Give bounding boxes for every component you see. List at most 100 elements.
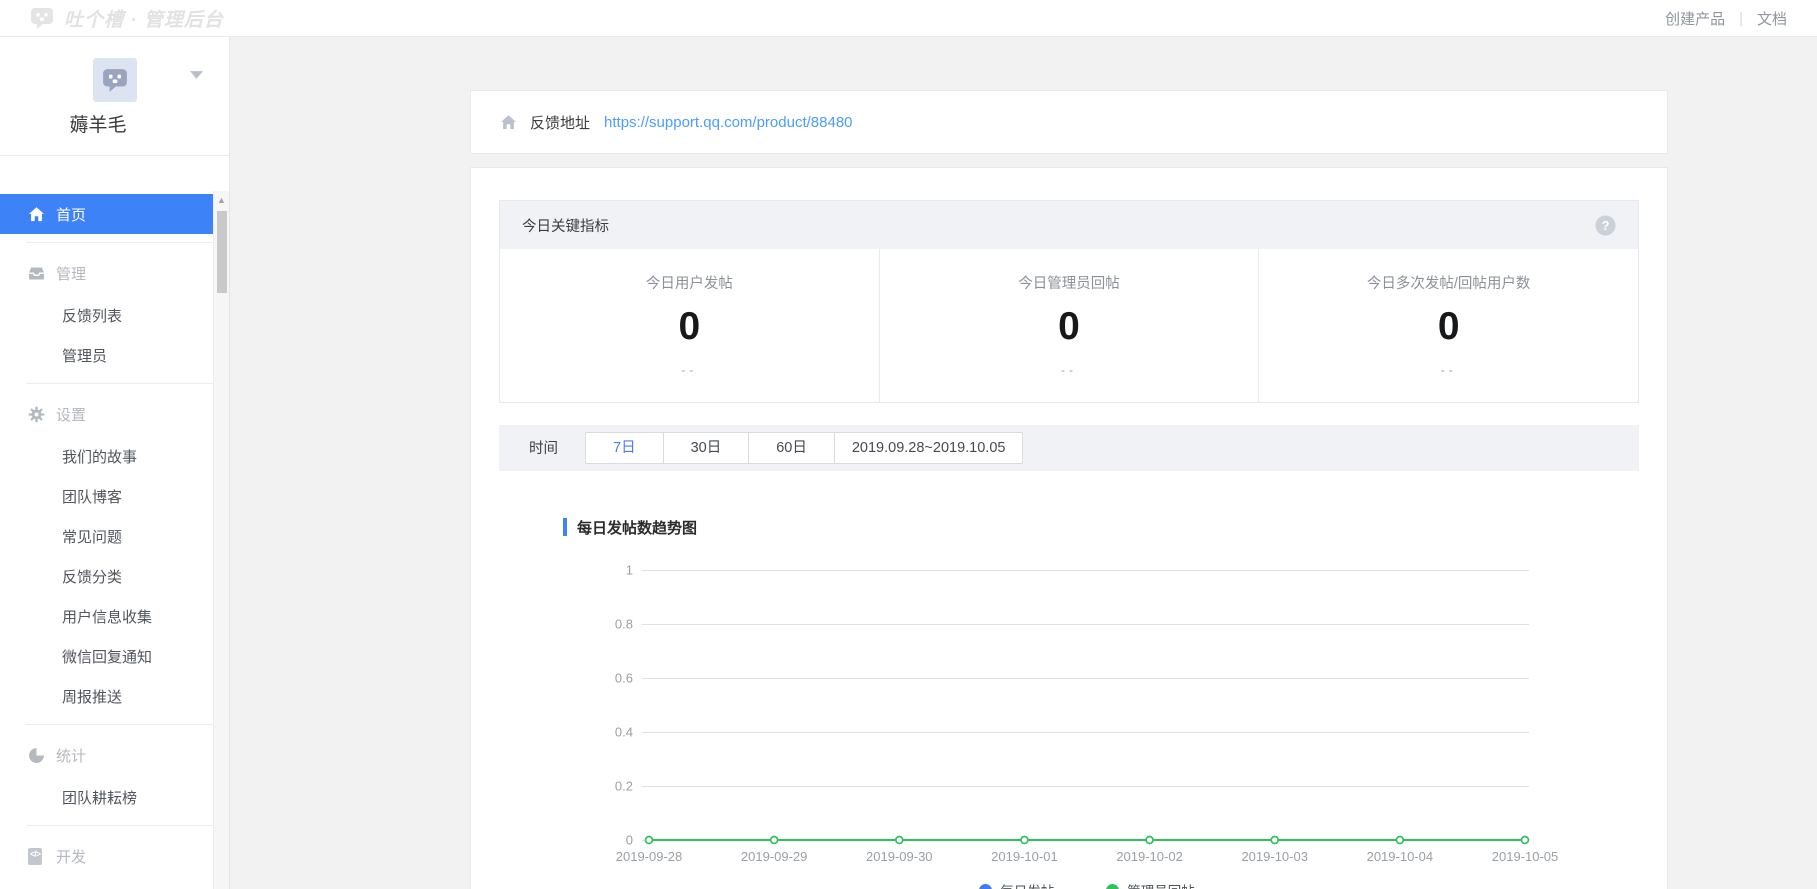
x-axis-tick-label: 2019-10-05 bbox=[1492, 849, 1559, 864]
app-title: 吐个槽 · 管理后台 bbox=[64, 5, 224, 32]
time-filter-group: 7日30日60日2019.09.28~2019.10.05 bbox=[585, 432, 1023, 464]
scrollbar-thumb[interactable] bbox=[217, 211, 227, 293]
chart-title-accent-bar bbox=[563, 518, 567, 536]
app-logo: 吐个槽 · 管理后台 bbox=[30, 5, 224, 32]
sidebar-section-label: 管理 bbox=[56, 263, 86, 284]
sidebar-divider bbox=[26, 825, 213, 826]
metric-card: 今日管理员回帖 0 -- bbox=[879, 249, 1259, 402]
dashboard-card: 今日关键指标 ? 今日用户发帖0--今日管理员回帖0--今日多次发帖/回帖用户数… bbox=[470, 167, 1668, 889]
topbar: 吐个槽 · 管理后台 创建产品 | 文档 bbox=[0, 0, 1817, 37]
code-icon: </> bbox=[28, 848, 45, 865]
sidebar-item[interactable]: 我们的故事 bbox=[0, 436, 213, 476]
metric-label: 今日管理员回帖 bbox=[880, 272, 1259, 293]
metric-card: 今日用户发帖 0 -- bbox=[500, 249, 879, 402]
speech-bubble-icon bbox=[102, 67, 128, 93]
create-product-link[interactable]: 创建产品 bbox=[1665, 8, 1725, 29]
metric-label: 今日多次发帖/回帖用户数 bbox=[1259, 272, 1638, 293]
x-axis-tick-label: 2019-10-04 bbox=[1367, 849, 1434, 864]
trend-chart: 00.20.40.60.812019-09-282019-09-292019-0… bbox=[649, 570, 1525, 840]
legend-label: 管理员回帖 bbox=[1127, 880, 1195, 889]
sidebar-item-label: 首页 bbox=[56, 204, 86, 225]
x-axis-tick-label: 2019-10-02 bbox=[1116, 849, 1183, 864]
product-avatar[interactable] bbox=[93, 58, 137, 102]
sidebar-item-home[interactable]: 首页 bbox=[0, 194, 213, 234]
gear-icon bbox=[28, 406, 45, 423]
x-axis-tick-label: 2019-09-30 bbox=[866, 849, 933, 864]
key-metrics-body: 今日用户发帖0--今日管理员回帖0--今日多次发帖/回帖用户数0-- bbox=[500, 249, 1638, 402]
metric-sub-value: -- bbox=[500, 363, 879, 377]
sidebar-item[interactable]: 反馈列表 bbox=[0, 295, 213, 335]
y-axis-tick-label: 0.8 bbox=[615, 617, 633, 632]
sidebar-section-label: 统计 bbox=[56, 745, 86, 766]
time-range-button[interactable]: 2019.09.28~2019.10.05 bbox=[834, 432, 1024, 464]
key-metrics-panel: 今日关键指标 ? 今日用户发帖0--今日管理员回帖0--今日多次发帖/回帖用户数… bbox=[499, 200, 1639, 403]
pie-chart-icon bbox=[28, 747, 45, 764]
sidebar-section-header[interactable]: </> 开发 bbox=[0, 834, 213, 878]
metric-label: 今日用户发帖 bbox=[500, 272, 879, 293]
product-switcher: 薅羊毛 bbox=[0, 37, 229, 156]
time-range-button[interactable]: 60日 bbox=[748, 432, 835, 464]
sidebar-item[interactable]: 常见问题 bbox=[0, 516, 213, 556]
time-filter-label: 时间 bbox=[529, 437, 558, 458]
sidebar-item[interactable]: 管理员 bbox=[0, 335, 213, 375]
sidebar: 薅羊毛 首页管理反馈列表管理员设置我们的故事团队博客常见问题反馈分类用户信息收集… bbox=[0, 37, 230, 889]
metric-value: 0 bbox=[880, 306, 1259, 349]
chart-legend: 每日发帖 管理员回帖 bbox=[649, 880, 1525, 889]
sidebar-item[interactable]: 团队博客 bbox=[0, 476, 213, 516]
feedback-address-label: 反馈地址 bbox=[530, 112, 590, 133]
x-axis-tick-label: 2019-09-28 bbox=[616, 849, 683, 864]
sidebar-section-header[interactable]: 设置 bbox=[0, 392, 213, 436]
sidebar-item[interactable]: 微信回复通知 bbox=[0, 636, 213, 676]
docs-link[interactable]: 文档 bbox=[1757, 8, 1787, 29]
sidebar-item[interactable]: 反馈分类 bbox=[0, 556, 213, 596]
y-axis-tick-label: 0.4 bbox=[615, 725, 633, 740]
time-filter-bar: 时间 7日30日60日2019.09.28~2019.10.05 bbox=[499, 425, 1639, 471]
sidebar-section-header[interactable]: 统计 bbox=[0, 733, 213, 777]
data-point-marker bbox=[646, 837, 653, 844]
metric-value: 0 bbox=[500, 306, 879, 349]
sidebar-divider bbox=[26, 242, 213, 243]
time-range-button[interactable]: 7日 bbox=[585, 432, 664, 464]
sidebar-item[interactable]: 团队耕耘榜 bbox=[0, 777, 213, 817]
metric-sub-value: -- bbox=[1259, 363, 1638, 377]
time-range-button[interactable]: 30日 bbox=[663, 432, 750, 464]
chart-title-row: 每日发帖数趋势图 bbox=[563, 517, 1667, 538]
x-axis-tick-label: 2019-09-29 bbox=[741, 849, 808, 864]
sidebar-section-label: 设置 bbox=[56, 404, 86, 425]
sidebar-section-header[interactable]: 管理 bbox=[0, 251, 213, 295]
y-axis-tick-label: 0.6 bbox=[615, 671, 633, 686]
data-point-marker bbox=[1396, 837, 1403, 844]
data-point-marker bbox=[771, 837, 778, 844]
y-axis-tick-label: 0.2 bbox=[615, 779, 633, 794]
scroll-up-arrow-icon[interactable]: ▲ bbox=[214, 195, 229, 205]
sidebar-section-label: 开发 bbox=[56, 846, 86, 867]
data-point-marker bbox=[1146, 837, 1153, 844]
svg-text:?: ? bbox=[1602, 218, 1610, 233]
chevron-down-icon[interactable] bbox=[190, 66, 203, 74]
data-point-marker bbox=[896, 837, 903, 844]
legend-item[interactable]: 每日发帖 bbox=[979, 880, 1054, 889]
metric-value: 0 bbox=[1259, 306, 1638, 349]
chart-title: 每日发帖数趋势图 bbox=[577, 517, 697, 538]
sidebar-item[interactable]: 周报推送 bbox=[0, 676, 213, 716]
app-window: 吐个槽 · 管理后台 创建产品 | 文档 薅羊毛 首页管理反馈列表管理员设置我们… bbox=[0, 0, 1817, 889]
feedback-address-card: 反馈地址 https://support.qq.com/product/8848… bbox=[470, 90, 1668, 154]
feedback-address-link[interactable]: https://support.qq.com/product/88480 bbox=[604, 114, 853, 131]
legend-item[interactable]: 管理员回帖 bbox=[1106, 880, 1195, 889]
data-point-marker bbox=[1271, 837, 1278, 844]
data-point-marker bbox=[1522, 837, 1529, 844]
y-axis-tick-label: 0 bbox=[626, 833, 633, 848]
metric-sub-value: -- bbox=[880, 363, 1259, 377]
sidebar-item[interactable]: 用户信息收集 bbox=[0, 596, 213, 636]
product-name: 薅羊毛 bbox=[0, 110, 196, 137]
speech-bubble-icon bbox=[30, 6, 54, 30]
legend-dot-icon bbox=[979, 884, 992, 889]
question-mark-icon[interactable]: ? bbox=[1595, 215, 1616, 236]
y-axis-tick-label: 1 bbox=[626, 563, 633, 578]
legend-label: 每日发帖 bbox=[1000, 880, 1054, 889]
home-icon bbox=[28, 206, 45, 223]
legend-dot-icon bbox=[1106, 884, 1119, 889]
key-metrics-header: 今日关键指标 ? bbox=[500, 201, 1638, 249]
topbar-separator: | bbox=[1739, 10, 1743, 27]
sidebar-scrollbar[interactable]: ▲ bbox=[213, 191, 229, 889]
